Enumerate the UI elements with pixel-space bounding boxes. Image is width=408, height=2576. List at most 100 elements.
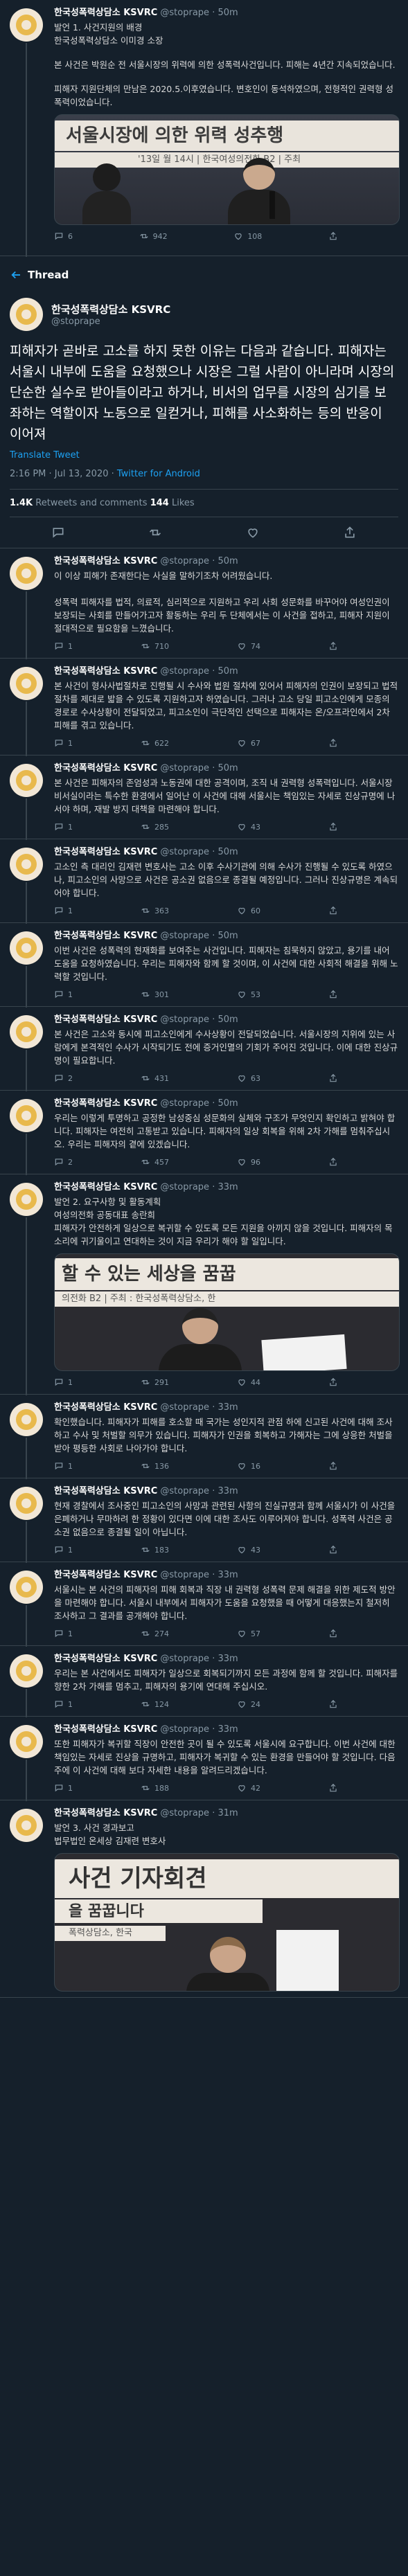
back-arrow-icon[interactable] bbox=[10, 269, 22, 281]
tweet-time[interactable]: · 33m bbox=[212, 1654, 238, 1664]
avatar[interactable] bbox=[10, 1487, 43, 1520]
author-name[interactable]: 한국성폭력상담소 KSVRC bbox=[54, 1570, 157, 1580]
author-handle[interactable]: @stoprape bbox=[160, 1724, 209, 1735]
author-handle[interactable]: @stoprape bbox=[160, 1486, 209, 1496]
retweet-button[interactable]: 710 bbox=[141, 641, 169, 651]
author-name[interactable]: 한국성폭력상담소 KSVRC bbox=[54, 1808, 157, 1818]
reply-tweet[interactable]: 한국성폭력상담소 KSVRC @stoprape · 50m 본 사건은 피해자의… bbox=[0, 755, 408, 840]
share-button[interactable] bbox=[328, 1629, 338, 1638]
share-button[interactable] bbox=[328, 906, 338, 915]
tweet-photo[interactable]: 할 수 있는 세상을 꿈꿉 의전화 B2 | 주최 : 한국성폭력상담소, 한 bbox=[54, 1253, 400, 1371]
retweet-button[interactable]: 363 bbox=[141, 906, 169, 915]
tweet-time[interactable]: · 33m bbox=[212, 1486, 238, 1496]
share-button[interactable] bbox=[328, 990, 338, 999]
reply-tweet[interactable]: 한국성폭력상담소 KSVRC @stoprape · 33m 확인했습니다. 피해… bbox=[0, 1395, 408, 1479]
tweet-time[interactable]: · 31m bbox=[212, 1808, 238, 1818]
avatar[interactable] bbox=[10, 764, 43, 797]
author-handle[interactable]: @stoprape bbox=[160, 8, 209, 18]
retweet-button[interactable]: 136 bbox=[141, 1461, 169, 1471]
retweet-button[interactable]: 622 bbox=[141, 738, 169, 748]
avatar[interactable] bbox=[10, 848, 43, 881]
share-button[interactable] bbox=[328, 738, 338, 748]
reply-button[interactable]: 1 bbox=[54, 1629, 73, 1638]
reply-button[interactable]: 1 bbox=[54, 990, 73, 999]
like-button[interactable]: 96 bbox=[237, 1157, 260, 1167]
retweet-button[interactable]: 942 bbox=[139, 231, 168, 241]
author-handle[interactable]: @stoprape bbox=[160, 666, 209, 677]
like-button[interactable]: 43 bbox=[237, 1545, 260, 1555]
avatar[interactable] bbox=[10, 1809, 43, 1842]
like-button[interactable]: 108 bbox=[233, 231, 262, 241]
reply-tweet[interactable]: 한국성폭력상담소 KSVRC @stoprape · 33m 우리는 본 사건에서… bbox=[0, 1646, 408, 1717]
reply-button[interactable]: 1 bbox=[54, 1783, 73, 1793]
author-name[interactable]: 한국성폭력상담소 KSVRC bbox=[54, 1724, 157, 1735]
tweet-time[interactable]: · 50m bbox=[212, 931, 238, 941]
retweet-count[interactable]: 1.4K bbox=[10, 498, 33, 508]
like-button[interactable]: 74 bbox=[237, 641, 260, 651]
share-button[interactable] bbox=[328, 1157, 338, 1167]
like-label[interactable]: Likes bbox=[169, 498, 195, 508]
author-name[interactable]: 한국성폭력상담소 KSVRC bbox=[54, 1182, 157, 1192]
author-name[interactable]: 한국성폭력상담소 KSVRC bbox=[54, 8, 157, 18]
reply-tweet[interactable]: 한국성폭력상담소 KSVRC @stoprape · 33m 서울시는 본 사건의… bbox=[0, 1562, 408, 1647]
retweet-button[interactable]: 183 bbox=[141, 1545, 169, 1555]
avatar[interactable] bbox=[10, 298, 43, 331]
avatar[interactable] bbox=[10, 8, 43, 42]
retweet-label[interactable]: Retweets and comments bbox=[33, 498, 150, 508]
author-name[interactable]: 한국성폭력상담소 KSVRC bbox=[54, 763, 157, 773]
author-handle[interactable]: @stoprape bbox=[51, 316, 170, 327]
author-handle[interactable]: @stoprape bbox=[160, 931, 209, 941]
share-button[interactable] bbox=[328, 1073, 338, 1083]
tweet-time[interactable]: · 33m bbox=[212, 1182, 238, 1192]
like-button[interactable]: 44 bbox=[237, 1377, 260, 1387]
reply-tweet[interactable]: 한국성폭력상담소 KSVRC @stoprape · 33m 현재 경찰에서 조사… bbox=[0, 1478, 408, 1563]
avatar[interactable] bbox=[10, 1403, 43, 1436]
share-button[interactable] bbox=[328, 1783, 338, 1793]
avatar[interactable] bbox=[10, 667, 43, 700]
reply-tweet[interactable]: 한국성폭력상담소 KSVRC @stoprape · 50m 본 사건이 형사사법… bbox=[0, 659, 408, 756]
reply-button[interactable]: 1 bbox=[54, 1545, 73, 1555]
reply-button[interactable]: 1 bbox=[54, 906, 73, 915]
reply-button[interactable]: 2 bbox=[54, 1073, 73, 1083]
client-link[interactable]: Twitter for Android bbox=[117, 469, 200, 479]
like-button[interactable]: 53 bbox=[237, 990, 260, 999]
retweet-button[interactable]: 301 bbox=[141, 990, 169, 999]
avatar[interactable] bbox=[10, 1015, 43, 1048]
reply-tweet[interactable]: 한국성폭력상담소 KSVRC @stoprape · 50m 이 이상 피해가 존… bbox=[0, 548, 408, 659]
reply-button[interactable]: 1 bbox=[54, 738, 73, 748]
tweet-time[interactable]: · 50m bbox=[212, 8, 238, 18]
tweet-time[interactable]: · 50m bbox=[212, 847, 238, 857]
like-button[interactable]: 24 bbox=[237, 1699, 260, 1709]
translate-tweet-link[interactable]: Translate Tweet bbox=[10, 450, 398, 460]
share-button[interactable] bbox=[328, 822, 338, 832]
tweet-time[interactable]: · 50m bbox=[212, 666, 238, 677]
reply-tweet[interactable]: 한국성폭력상담소 KSVRC @stoprape · 50m 이번 사건은 성폭력… bbox=[0, 923, 408, 1008]
reply-tweet[interactable]: 한국성폭력상담소 KSVRC @stoprape · 33m 발언 2. 요구사항… bbox=[0, 1174, 408, 1395]
tweet-time[interactable]: · 33m bbox=[212, 1724, 238, 1735]
retweet-button[interactable]: 431 bbox=[141, 1073, 169, 1083]
like-button[interactable]: 16 bbox=[237, 1461, 260, 1471]
avatar[interactable] bbox=[10, 1183, 43, 1216]
tweet-time[interactable]: · 50m bbox=[212, 556, 238, 566]
reply-button[interactable]: 6 bbox=[54, 231, 73, 241]
share-button[interactable] bbox=[328, 641, 338, 651]
reply-tweet[interactable]: 한국성폭력상담소 KSVRC @stoprape · 50m 고소인 측 대리인 … bbox=[0, 839, 408, 924]
share-icon[interactable] bbox=[343, 526, 357, 539]
tweet-video[interactable]: 서울시장에 의한 위력 성추행 '13일 월 14시 | 한국여성의전화 B2 … bbox=[54, 114, 400, 225]
author-handle[interactable]: @stoprape bbox=[160, 1402, 209, 1413]
author-name[interactable]: 한국성폭력상담소 KSVRC bbox=[54, 1402, 157, 1413]
author-name[interactable]: 한국성폭력상담소 KSVRC bbox=[54, 556, 157, 566]
share-button[interactable] bbox=[328, 1377, 338, 1387]
share-button[interactable] bbox=[328, 1461, 338, 1471]
author-handle[interactable]: @stoprape bbox=[160, 1098, 209, 1109]
tweet-time[interactable]: · 33m bbox=[212, 1570, 238, 1580]
share-button[interactable] bbox=[328, 231, 338, 241]
reply-tweet[interactable]: 한국성폭력상담소 KSVRC @stoprape · 50m 우리는 이렇게 투명… bbox=[0, 1091, 408, 1175]
avatar[interactable] bbox=[10, 1571, 43, 1604]
reply-button[interactable]: 1 bbox=[54, 1377, 73, 1387]
reply-tweet[interactable]: 한국성폭력상담소 KSVRC @stoprape · 31m 발언 3. 사건 경… bbox=[0, 1800, 408, 1998]
tweet-photo[interactable]: 사건 기자회견 을 꿈꿉니다 폭력상담소, 한국 bbox=[54, 1853, 400, 1992]
author-name[interactable]: 한국성폭력상담소 KSVRC bbox=[54, 666, 157, 677]
author-handle[interactable]: @stoprape bbox=[160, 1808, 209, 1818]
reply-tweet[interactable]: 한국성폭력상담소 KSVRC @stoprape · 50m 본 사건은 고소와 … bbox=[0, 1007, 408, 1091]
